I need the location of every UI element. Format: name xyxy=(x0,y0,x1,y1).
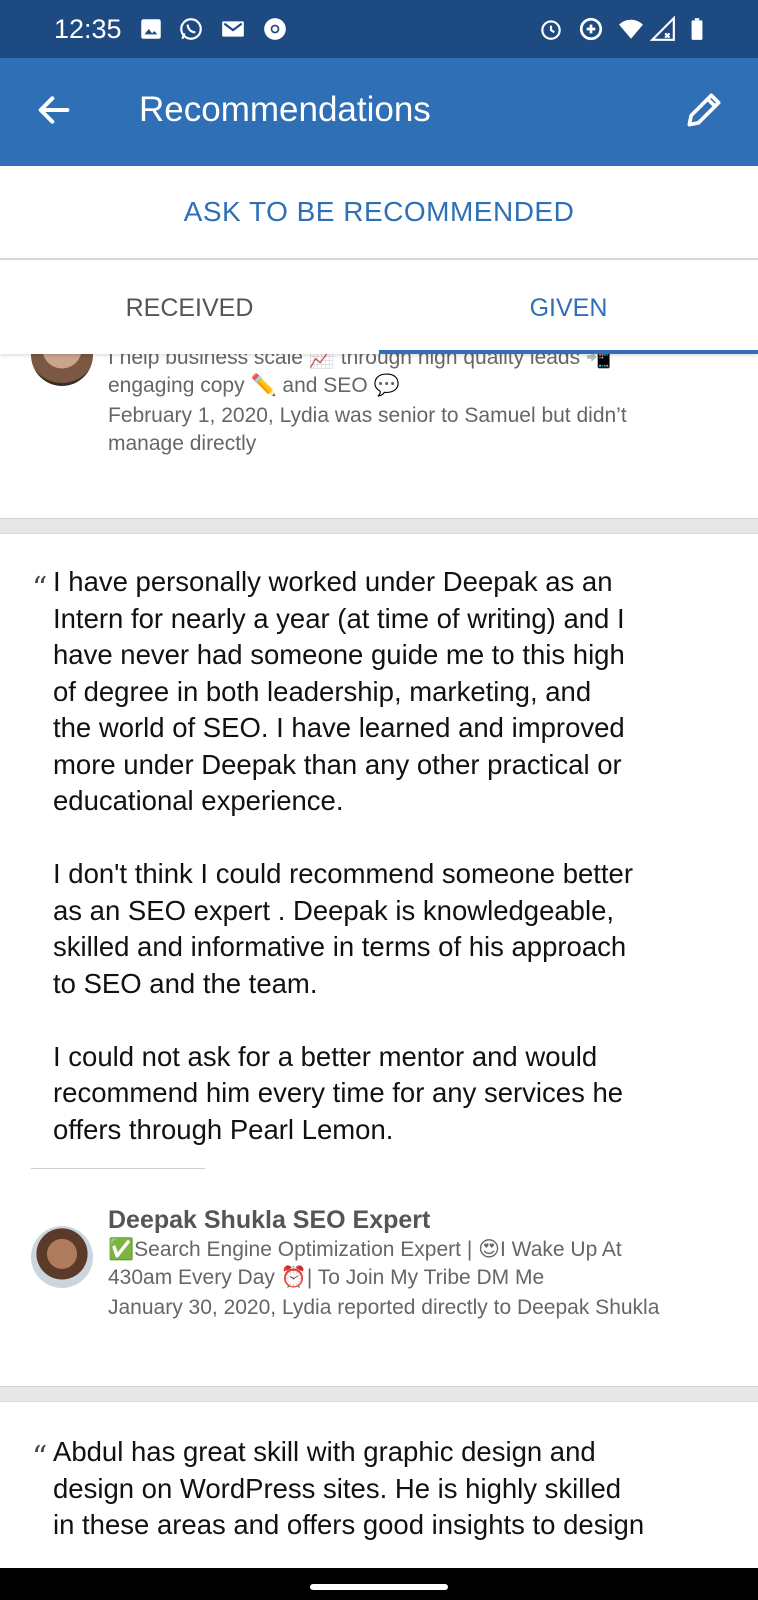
tab-selected-indicator xyxy=(379,350,758,354)
recommender-name[interactable]: Deepak Shukla SEO Expert xyxy=(108,1204,728,1236)
recommendation-meta: February 1, 2020, Lydia was senior to Sa… xyxy=(108,402,728,458)
recommender-headline: I help business scale 📈 through high qua… xyxy=(108,354,728,400)
pencil-icon[interactable] xyxy=(682,88,726,132)
recommendation-meta-line: February 1, 2020, Lydia was senior to Sa… xyxy=(108,404,627,427)
alarm-icon xyxy=(541,20,561,40)
status-bar: 12:35 xyxy=(0,0,758,58)
tab-given-label: GIVEN xyxy=(529,293,608,322)
tab-bar: RECEIVED GIVEN xyxy=(0,262,758,354)
tab-received-label: RECEIVED xyxy=(125,293,254,322)
recommendation-meta-line: manage directly xyxy=(108,432,257,455)
recommender-headline-line: ✅Search Engine Optimization Expert | 😍I … xyxy=(108,1238,622,1261)
gmail-icon xyxy=(222,21,244,37)
app-bar: Recommendations xyxy=(0,58,758,166)
data-saver-icon xyxy=(579,17,603,41)
recommender-info[interactable]: Deepak Shukla SEO Expert ✅Search Engine … xyxy=(108,1204,728,1322)
separator-line xyxy=(31,1168,205,1169)
gallery-icon xyxy=(141,19,161,39)
recommendation-meta: January 30, 2020, Lydia reported directl… xyxy=(108,1296,660,1319)
recommendation-text: I have personally worked under Deepak as… xyxy=(53,566,634,1145)
ask-to-be-recommended-button[interactable]: ASK TO BE RECOMMENDED xyxy=(0,166,758,260)
wifi-icon xyxy=(619,19,643,39)
battery-icon xyxy=(691,18,703,40)
recommendations-list[interactable]: I help business scale 📈 through high qua… xyxy=(0,354,758,1568)
recommender-headline-line: 430am Every Day ⏰| To Join My Tribe DM M… xyxy=(108,1266,545,1289)
card-divider xyxy=(0,1386,758,1402)
card-divider xyxy=(0,518,758,534)
home-gesture-handle[interactable] xyxy=(310,1584,448,1590)
tab-received[interactable]: RECEIVED xyxy=(0,262,379,354)
chrome-icon xyxy=(264,18,286,40)
quote-mark: “ xyxy=(32,571,48,606)
avatar[interactable] xyxy=(31,1226,93,1288)
signal-icon xyxy=(650,16,675,41)
recommender-headline-line: I help business scale 📈 through high qua… xyxy=(108,354,613,369)
status-time: 12:35 xyxy=(54,14,122,44)
whatsapp-icon xyxy=(180,18,202,40)
recommender-headline-line: engaging copy ✏️ and SEO 💬 xyxy=(108,374,400,397)
recommendation-text: Abdul has great skill with graphic desig… xyxy=(53,1436,645,1540)
avatar[interactable] xyxy=(31,354,93,386)
page-title: Recommendations xyxy=(139,90,431,129)
arrow-back-icon[interactable] xyxy=(34,90,74,130)
tab-given[interactable]: GIVEN xyxy=(379,262,758,354)
quote-mark: “ xyxy=(32,1440,48,1475)
